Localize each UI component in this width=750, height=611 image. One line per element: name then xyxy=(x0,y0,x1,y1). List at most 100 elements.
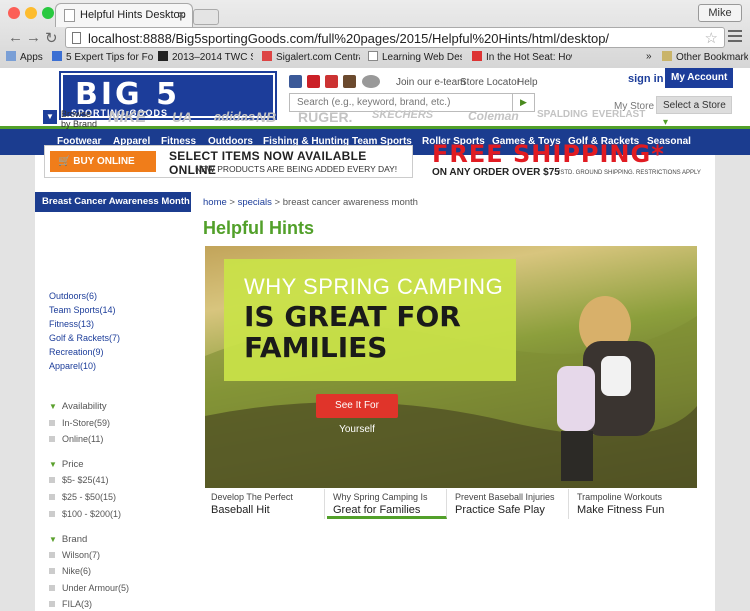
filter-option[interactable]: Online(11) xyxy=(49,434,103,444)
brand-logo-skechers[interactable]: SKECHERS xyxy=(372,109,433,121)
brand-logo-spalding[interactable]: SPALDING xyxy=(537,109,588,120)
help-link[interactable]: Help xyxy=(517,77,538,88)
checkbox[interactable] xyxy=(49,494,55,500)
sidebar-title: Breast Cancer Awareness Month xyxy=(35,192,191,212)
checkbox[interactable] xyxy=(49,477,55,483)
reload-icon[interactable]: ↻ xyxy=(45,29,58,47)
brand-logo-new-balance[interactable]: NB xyxy=(256,109,276,125)
filter-price-header[interactable]: ▼ Price xyxy=(49,459,84,470)
brand-logo-adidas[interactable]: adidas xyxy=(214,109,255,124)
bookmarks-bar: Apps 5 Expert Tips for Fo 2013–2014 TWC … xyxy=(0,49,750,67)
hint-tab-trampoline[interactable]: Trampoline Workouts Make Fitness Fun xyxy=(571,489,697,519)
free-shipping-note: *STD. GROUND SHIPPING. RESTRICTIONS APPL… xyxy=(558,170,701,176)
hero-headline-1: WHY SPRING CAMPING xyxy=(244,274,504,299)
bookmark-item[interactable]: Learning Web Desig xyxy=(368,51,462,63)
free-shipping-heading[interactable]: FREE SHIPPING* xyxy=(432,140,665,168)
chevron-down-icon: ▼ xyxy=(46,112,54,121)
category-link[interactable]: Recreation(9) xyxy=(49,347,104,357)
back-icon[interactable]: ← xyxy=(8,29,23,46)
breadcrumb-current: breast cancer awareness month xyxy=(282,197,418,208)
page-icon xyxy=(64,9,75,22)
folder-icon xyxy=(662,51,672,61)
close-window-button[interactable] xyxy=(8,7,20,19)
address-bar[interactable]: localhost:8888/Big5sportingGoods.com/ful… xyxy=(65,27,725,48)
sign-in-link[interactable]: sign in xyxy=(628,73,663,85)
buy-online-button[interactable]: 🛒 BUY ONLINE xyxy=(50,151,156,172)
category-link[interactable]: Golf & Rackets(7) xyxy=(49,333,120,343)
category-link[interactable]: Team Sports(14) xyxy=(49,305,116,315)
checkbox[interactable] xyxy=(49,436,55,442)
bookmark-item[interactable]: In the Hot Seat: How xyxy=(472,51,572,63)
minimize-window-button[interactable] xyxy=(25,7,37,19)
free-shipping-condition: ON ANY ORDER OVER $75 xyxy=(432,167,560,178)
breadcrumb-specials[interactable]: specials xyxy=(238,197,272,208)
page-icon xyxy=(72,32,81,44)
chevron-down-icon: ▼ xyxy=(49,460,57,469)
bookmark-apps[interactable]: Apps xyxy=(6,51,56,63)
category-link[interactable]: Outdoors(6) xyxy=(49,291,97,301)
tab-title: Helpful Hints Desktop xyxy=(80,9,186,21)
buy-online-banner[interactable]: 🛒 BUY ONLINE SELECT ITEMS NOW AVAILABLE … xyxy=(44,145,413,178)
checkbox[interactable] xyxy=(49,511,55,517)
bookmark-icon xyxy=(262,51,272,61)
pinterest-icon[interactable] xyxy=(307,75,320,88)
filter-option[interactable]: Nike(6) xyxy=(49,566,91,576)
see-it-button[interactable]: See It For Yourself xyxy=(316,394,398,435)
select-store-dropdown[interactable]: Select a Store ▾ xyxy=(656,96,732,128)
eteam-link[interactable]: Join our e-team xyxy=(396,77,465,88)
brand-logo-ruger[interactable]: RUGER. xyxy=(298,109,352,125)
bookmark-item[interactable]: Sigalert.com Central xyxy=(262,51,360,63)
hint-tab-baseball-hit[interactable]: Develop The Perfect Baseball Hit xyxy=(205,489,325,519)
zoom-window-button[interactable] xyxy=(42,7,54,19)
page-title: Helpful Hints xyxy=(203,218,314,238)
category-link[interactable]: Apparel(10) xyxy=(49,361,96,371)
filter-option[interactable]: $100 - $200(1) xyxy=(49,509,121,519)
breadcrumb-home[interactable]: home xyxy=(203,197,227,208)
forward-icon[interactable]: → xyxy=(26,29,41,46)
checkbox[interactable] xyxy=(49,420,55,426)
hint-tab-baseball-injuries[interactable]: Prevent Baseball Injuries Practice Safe P… xyxy=(449,489,569,519)
checkbox[interactable] xyxy=(49,568,55,574)
chevron-right-icon[interactable]: » xyxy=(646,51,652,62)
menu-icon[interactable] xyxy=(728,30,742,45)
checkbox[interactable] xyxy=(49,552,55,558)
profile-button[interactable]: Mike xyxy=(698,4,742,22)
filter-option[interactable]: $5- $25(41) xyxy=(49,475,109,485)
browser-chrome: Helpful Hints Desktop × Mike ← → ↻ local… xyxy=(0,0,750,68)
brand-logo-under-armour[interactable]: UA xyxy=(172,109,192,125)
bookmark-item[interactable]: 5 Expert Tips for Fo xyxy=(52,51,156,63)
checkbox[interactable] xyxy=(49,601,55,607)
category-link[interactable]: Fitness(13) xyxy=(49,319,94,329)
apps-icon xyxy=(6,51,16,61)
sale-badge-icon[interactable] xyxy=(362,75,380,88)
my-account-button[interactable]: My Account ▾ xyxy=(665,68,733,103)
instagram-icon[interactable] xyxy=(343,75,356,88)
brand-logo-nike[interactable]: NIKE xyxy=(108,109,146,127)
other-bookmarks[interactable]: Other Bookmarks xyxy=(662,51,748,63)
twitter-icon[interactable] xyxy=(325,75,338,88)
filter-brand-header[interactable]: ▼ Brand xyxy=(49,534,87,545)
hero-headline-2: IS GREAT FOR xyxy=(244,300,461,333)
checkbox[interactable] xyxy=(49,585,55,591)
filter-availability-header[interactable]: ▼ Availability xyxy=(49,401,107,412)
brand-logo-coleman[interactable]: Coleman xyxy=(468,109,519,123)
filter-option[interactable]: Under Armour(5) xyxy=(49,583,129,593)
facebook-icon[interactable] xyxy=(289,75,302,88)
hero-headline-3: FAMILIES xyxy=(244,331,388,364)
browser-tab[interactable]: Helpful Hints Desktop × xyxy=(55,3,193,27)
bookmark-item[interactable]: 2013–2014 TWC Sp xyxy=(158,51,253,63)
new-tab-button[interactable] xyxy=(193,9,219,25)
filter-option[interactable]: $25 - $50(15) xyxy=(49,492,116,502)
chevron-down-icon: ▼ xyxy=(49,402,57,411)
filter-option[interactable]: Wilson(7) xyxy=(49,550,100,560)
close-tab-icon[interactable]: × xyxy=(177,7,185,22)
store-locator-link[interactable]: Store Locator xyxy=(460,77,520,88)
bookmark-star-icon[interactable]: ☆ xyxy=(705,29,718,47)
browse-brand-toggle[interactable]: ▼ xyxy=(43,110,57,124)
hint-tab-spring-camping[interactable]: Why Spring Camping Is Great for Families xyxy=(327,489,447,519)
brand-logo-everlast[interactable]: EVERLAST xyxy=(592,109,645,120)
filter-option[interactable]: In-Store(59) xyxy=(49,418,110,428)
bookmark-icon xyxy=(52,51,62,61)
filter-option[interactable]: FILA(3) xyxy=(49,599,92,609)
url-text: localhost:8888/Big5sportingGoods.com/ful… xyxy=(88,31,610,46)
